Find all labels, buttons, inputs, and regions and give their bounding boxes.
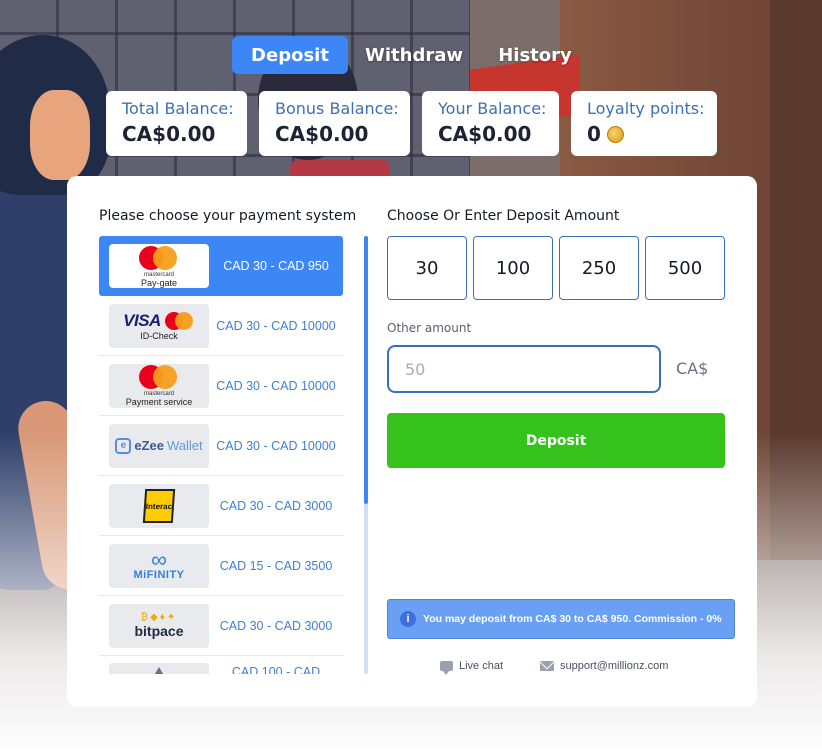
payment-method-list[interactable]: mastercard Pay-gate CAD 30 - CAD 950 VIS… xyxy=(99,236,343,674)
payment-method-range: CAD 100 - CAD xyxy=(231,665,321,674)
payment-method-range: CAD 30 - CAD 3000 xyxy=(219,498,333,513)
bitpace-logo: ₿◆♦✦ bitpace xyxy=(109,603,209,648)
total-balance-label: Total Balance: xyxy=(122,99,234,118)
live-chat-label: Live chat xyxy=(459,660,504,672)
info-icon: i xyxy=(400,611,416,627)
crypto-logo xyxy=(109,663,209,674)
live-chat-link[interactable]: Live chat xyxy=(440,660,504,675)
payment-method-interac[interactable]: Interac CAD 30 - CAD 3000 xyxy=(99,476,343,536)
payment-method-mastercard-paygate[interactable]: mastercard Pay-gate CAD 30 - CAD 950 xyxy=(99,236,343,296)
tab-withdraw[interactable]: Withdraw xyxy=(348,36,480,74)
mastercard-logo: mastercard Payment service xyxy=(109,363,209,408)
mail-icon xyxy=(540,661,554,671)
coin-icon xyxy=(606,125,624,143)
payment-method-bitpace[interactable]: ₿◆♦✦ bitpace CAD 30 - CAD 3000 xyxy=(99,596,343,656)
logo-caption: Wallet xyxy=(167,438,203,453)
total-balance-value: CA$0.00 xyxy=(122,122,216,146)
payment-method-range: CAD 30 - CAD 10000 xyxy=(216,378,336,393)
payment-method-mastercard-service[interactable]: mastercard Payment service CAD 30 - CAD … xyxy=(99,356,343,416)
logo-text: VISA xyxy=(123,310,161,330)
mifinity-logo: ∞ MiFINITY xyxy=(109,543,209,588)
bonus-balance-label: Bonus Balance: xyxy=(275,99,399,118)
loyalty-points-value: 0 xyxy=(587,122,717,146)
payment-method-visa-idcheck[interactable]: VISA ID-Check CAD 30 - CAD 10000 xyxy=(99,296,343,356)
loyalty-points-label: Loyalty points: xyxy=(587,99,705,118)
payment-method-range: CAD 30 - CAD 10000 xyxy=(216,318,336,333)
other-amount-input[interactable] xyxy=(387,345,661,393)
payment-method-range: CAD 30 - CAD 10000 xyxy=(216,438,336,453)
support-email-link[interactable]: support@millionz.com xyxy=(540,660,668,672)
logo-text: eZee xyxy=(134,438,164,453)
payment-method-crypto[interactable]: CAD 100 - CAD xyxy=(99,656,343,674)
amount-option-100[interactable]: 100 xyxy=(473,236,553,300)
bonus-balance-card: Bonus Balance: CA$0.00 xyxy=(259,91,410,156)
cashier-tabs: Deposit Withdraw History xyxy=(232,36,590,74)
amount-option-500[interactable]: 500 xyxy=(645,236,725,300)
mastercard-logo: mastercard Pay-gate xyxy=(109,244,209,288)
logo-caption: Pay-gate xyxy=(140,277,178,288)
interac-logo: Interac xyxy=(109,483,209,528)
amount-option-250[interactable]: 250 xyxy=(559,236,639,300)
your-balance-label: Your Balance: xyxy=(438,99,547,118)
ezeewallet-logo: e eZee Wallet xyxy=(109,423,209,468)
payment-list-scroll-thumb[interactable] xyxy=(364,236,368,504)
your-balance-card: Your Balance: CA$0.00 xyxy=(422,91,559,156)
currency-label: CA$ xyxy=(676,359,709,378)
deposit-panel: Please choose your payment system master… xyxy=(67,176,757,707)
payment-method-mifinity[interactable]: ∞ MiFINITY CAD 15 - CAD 3500 xyxy=(99,536,343,596)
payment-system-heading: Please choose your payment system xyxy=(99,208,357,224)
visa-mastercard-logo: VISA ID-Check xyxy=(109,303,209,348)
chat-icon xyxy=(440,661,453,675)
payment-method-range: CAD 30 - CAD 950 xyxy=(223,259,329,273)
deposit-info-text: You may deposit from CA$ 30 to CA$ 950. … xyxy=(423,613,722,625)
logo-text: bitpace xyxy=(134,623,184,639)
tab-history[interactable]: History xyxy=(480,36,590,74)
other-amount-label: Other amount xyxy=(387,321,472,335)
your-balance-value: CA$0.00 xyxy=(438,122,532,146)
logo-caption: Payment service xyxy=(125,397,193,407)
deposit-amount-heading: Choose Or Enter Deposit Amount xyxy=(387,208,620,224)
logo-text: MiFINITY xyxy=(133,568,185,581)
tab-deposit[interactable]: Deposit xyxy=(232,36,348,74)
logo-caption: ID-Check xyxy=(140,330,178,341)
payment-method-ezeewallet[interactable]: e eZee Wallet CAD 30 - CAD 10000 xyxy=(99,416,343,476)
deposit-button[interactable]: Deposit xyxy=(387,413,725,468)
amount-option-30[interactable]: 30 xyxy=(387,236,467,300)
total-balance-card: Total Balance: CA$0.00 xyxy=(106,91,247,156)
logo-text: Interac xyxy=(142,488,176,523)
deposit-info-banner: i You may deposit from CA$ 30 to CA$ 950… xyxy=(387,599,735,639)
payment-method-range: CAD 30 - CAD 3000 xyxy=(219,618,333,633)
bonus-balance-value: CA$0.00 xyxy=(275,122,369,146)
loyalty-points-card: Loyalty points: 0 xyxy=(571,91,717,156)
support-email-label: support@millionz.com xyxy=(560,660,669,672)
payment-method-range: CAD 15 - CAD 3500 xyxy=(219,558,333,573)
